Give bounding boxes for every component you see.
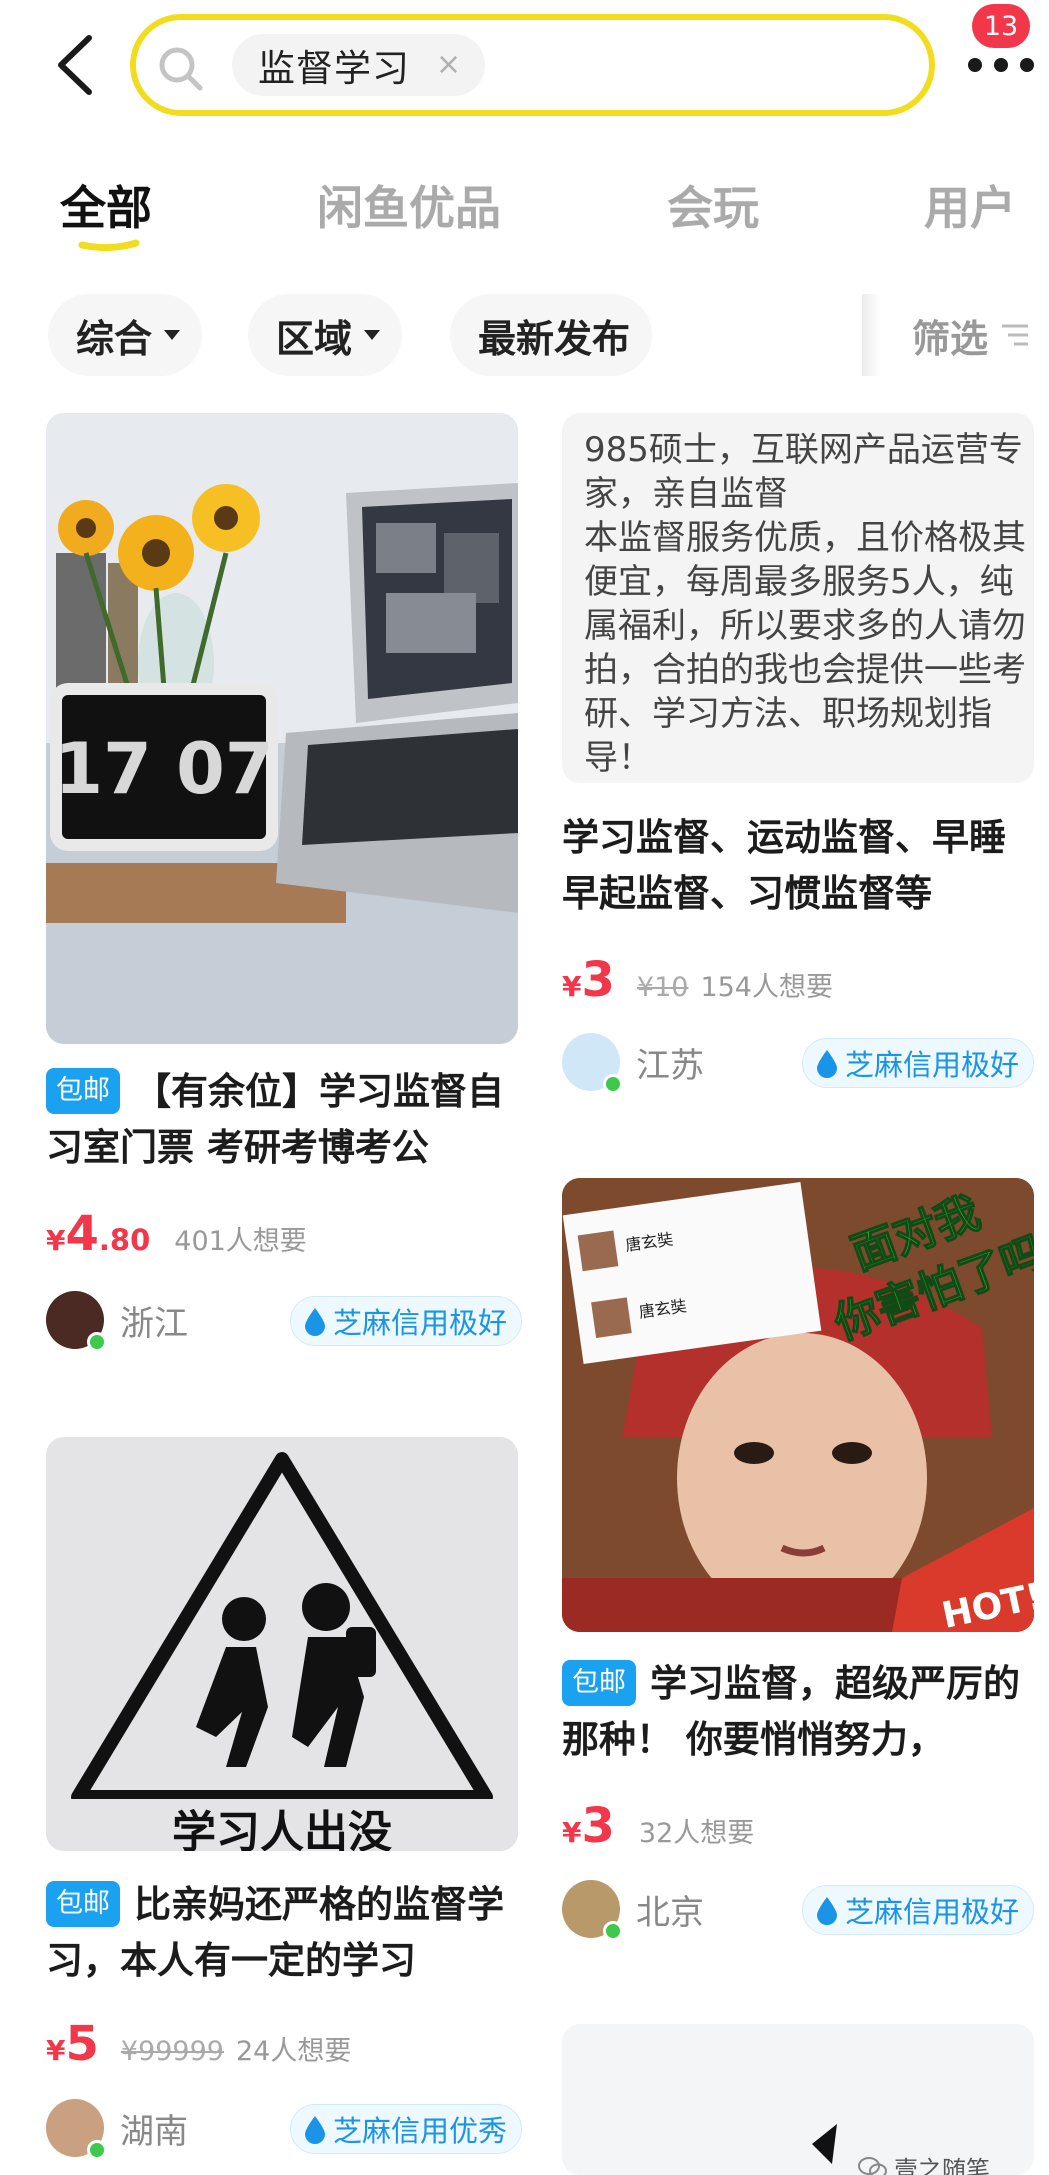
- seller-location: 浙江: [120, 1303, 188, 1344]
- back-arrow-icon: [58, 35, 92, 95]
- online-status-icon: [87, 1332, 107, 1352]
- want-count: 401人想要: [174, 1226, 307, 1257]
- filter-icon: [1002, 324, 1029, 346]
- online-status-icon: [87, 2140, 107, 2160]
- search-query-chip[interactable]: 监督学习 ×: [232, 34, 486, 96]
- credit-badge: 芝麻信用优秀: [290, 2104, 523, 2154]
- filter-button[interactable]: 筛选: [862, 294, 1049, 376]
- original-price: ¥10: [636, 972, 689, 1003]
- seller-avatar[interactable]: [562, 1033, 623, 1094]
- sort-dropdown[interactable]: 综合: [48, 294, 203, 376]
- online-status-icon: [603, 1074, 623, 1094]
- tab-users[interactable]: 用户: [924, 172, 1016, 238]
- price-decimal: .80: [98, 1223, 151, 1257]
- product-title[interactable]: 学习监督、运动监督、早睡早起监督、习惯监督等: [562, 810, 1034, 922]
- currency-symbol: ¥: [562, 970, 582, 1003]
- watermark: 壹之随笔: [858, 2150, 990, 2175]
- water-drop-icon: [305, 2116, 325, 2144]
- warning-sign-illustration: 学习人出没: [46, 1452, 518, 1851]
- price-row: ¥ 3 32人想要: [562, 1798, 754, 1854]
- product-title[interactable]: 包邮 比亲妈还严格的监督学习，本人有一定的学习: [46, 1877, 518, 1989]
- clock-display: 17 07: [54, 728, 273, 810]
- clear-query-icon[interactable]: ×: [436, 50, 461, 80]
- tab-premium[interactable]: 闲鱼优品: [317, 172, 501, 238]
- more-dot-icon: [968, 58, 982, 72]
- seller-location: 湖南: [120, 2111, 188, 2152]
- search-icon: [159, 47, 203, 91]
- free-shipping-tag: 包邮: [562, 1660, 636, 1706]
- seller-info[interactable]: 湖南: [46, 2099, 188, 2160]
- latest-label: 最新发布: [478, 316, 631, 361]
- more-menu-button[interactable]: [968, 48, 1034, 82]
- seller-info[interactable]: 江苏: [562, 1033, 704, 1094]
- currency-symbol: ¥: [46, 2034, 66, 2067]
- desk-scene-illustration: 17 07: [46, 413, 518, 1044]
- more-dot-icon: [1020, 58, 1034, 72]
- free-shipping-tag: 包邮: [46, 1068, 120, 1114]
- meme-illustration: 唐玄奘 唐玄奘 面对我 你害怕了吗 HOT!: [562, 1178, 1034, 1632]
- original-price: ¥99999: [120, 2036, 224, 2067]
- caret-down-icon: [364, 330, 381, 340]
- seller-info[interactable]: 北京: [562, 1880, 704, 1941]
- want-count: 32人想要: [638, 1818, 755, 1849]
- online-status-icon: [603, 1921, 623, 1941]
- more-dot-icon: [994, 58, 1008, 72]
- region-dropdown[interactable]: 区域: [248, 294, 403, 376]
- tab-all[interactable]: 全部: [60, 172, 152, 238]
- credit-label: 芝麻信用极好: [845, 1048, 1020, 1082]
- price-integer: 5: [65, 2016, 99, 2072]
- free-shipping-tag: 包邮: [46, 1881, 120, 1927]
- price-row: ¥ 5 ¥99999 24人想要: [46, 2016, 351, 2072]
- seller-avatar[interactable]: [562, 1880, 623, 1941]
- back-button[interactable]: [40, 30, 110, 100]
- product-title[interactable]: 包邮 【有余位】学习监督自习室门票 考研考博考公: [46, 1064, 518, 1176]
- water-drop-icon: [817, 1897, 837, 1925]
- price-integer: 4: [65, 1206, 99, 1262]
- region-label: 区域: [276, 316, 353, 361]
- search-query-text: 监督学习: [258, 47, 410, 90]
- seller-location: 北京: [636, 1892, 704, 1933]
- currency-symbol: ¥: [562, 1816, 582, 1849]
- currency-symbol: ¥: [46, 1224, 66, 1257]
- credit-badge: 芝麻信用极好: [802, 1038, 1035, 1088]
- seller-avatar[interactable]: [46, 1291, 107, 1352]
- want-count: 154人想要: [700, 972, 833, 1003]
- credit-badge: 芝麻信用极好: [290, 1296, 523, 1346]
- product-image-meme[interactable]: 唐玄奘 唐玄奘 面对我 你害怕了吗 HOT!: [562, 1178, 1034, 1632]
- sort-label: 综合: [76, 316, 153, 361]
- note-description: 985硕士，互联网产品运营专家，亲自监督 本监督服务优质，且价格极其便宜，每周最…: [584, 430, 1026, 778]
- seller-location: 江苏: [636, 1045, 704, 1086]
- credit-label: 芝麻信用极好: [333, 1306, 508, 1340]
- product-image-desk[interactable]: 17 07: [46, 413, 518, 1044]
- price-integer: 3: [581, 1798, 615, 1854]
- product-title[interactable]: 包邮 学习监督，超级严厉的那种！ 你要悄悄努力，: [562, 1656, 1034, 1768]
- sign-caption: 学习人出没: [172, 1807, 392, 1851]
- price-integer: 3: [581, 952, 615, 1008]
- credit-label: 芝麻信用极好: [845, 1895, 1020, 1929]
- want-count: 24人想要: [235, 2036, 352, 2067]
- tab-fun[interactable]: 会玩: [667, 172, 759, 238]
- price-row: ¥ 3 ¥10 154人想要: [562, 952, 833, 1008]
- credit-label: 芝麻信用优秀: [333, 2114, 508, 2148]
- search-bar[interactable]: 监督学习 ×: [130, 14, 935, 116]
- latest-filter-chip[interactable]: 最新发布: [450, 294, 653, 376]
- wechat-icon: [858, 2156, 887, 2175]
- notification-badge: 13: [972, 4, 1030, 48]
- seller-avatar[interactable]: [46, 2099, 107, 2160]
- water-drop-icon: [817, 1050, 837, 1078]
- seller-info[interactable]: 浙江: [46, 1291, 188, 1352]
- filter-label: 筛选: [912, 316, 989, 361]
- water-drop-icon: [305, 1308, 325, 1336]
- credit-badge: 芝麻信用极好: [802, 1885, 1035, 1935]
- active-tab-underline: [78, 239, 140, 251]
- watermark-text: 壹之随笔: [894, 2156, 990, 2175]
- caret-down-icon: [164, 330, 181, 340]
- product-image-sign[interactable]: 学习人出没: [46, 1437, 518, 1851]
- price-row: ¥ 4 .80 401人想要: [46, 1206, 307, 1262]
